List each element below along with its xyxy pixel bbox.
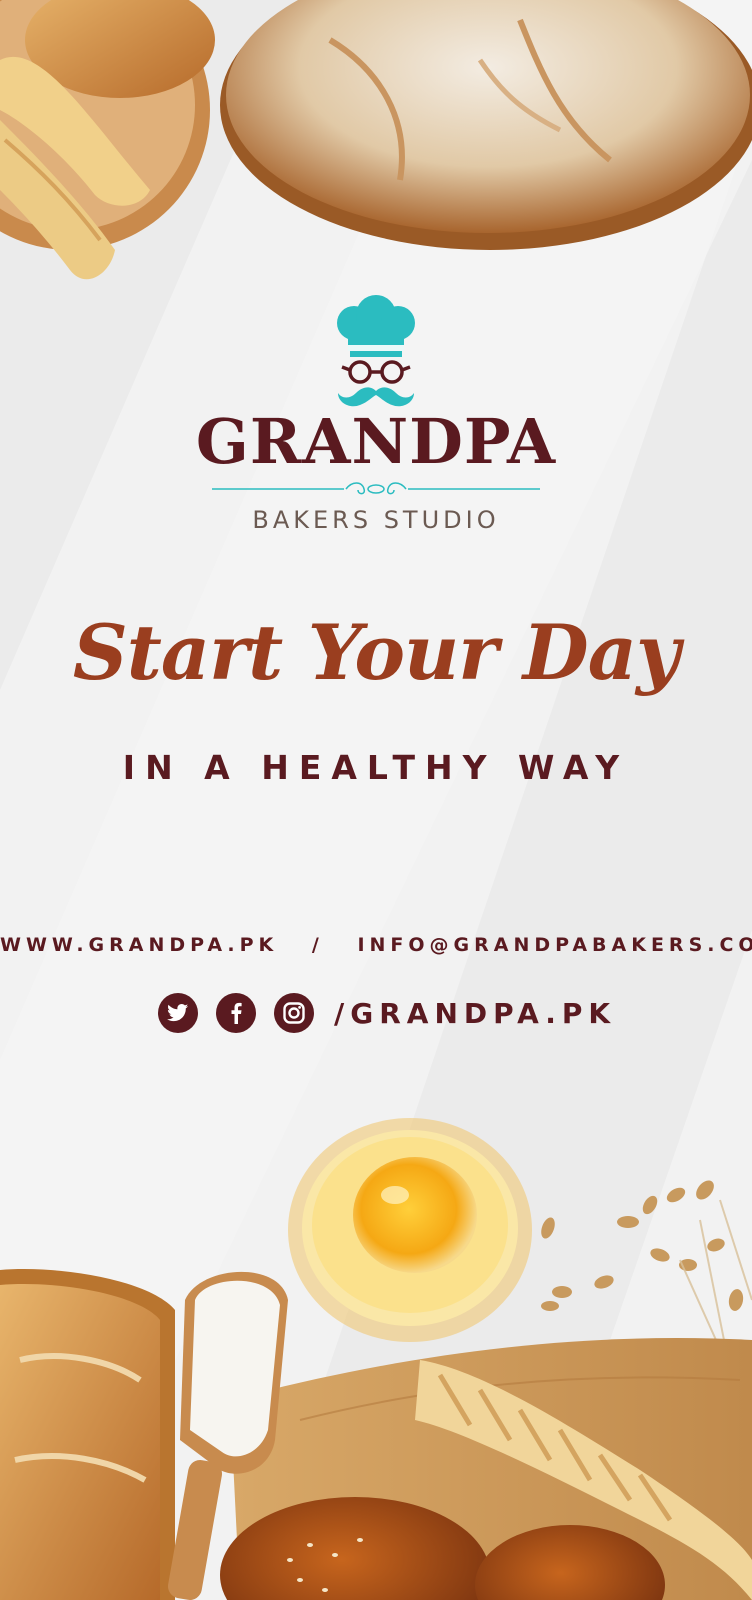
instagram-icon[interactable] <box>274 993 314 1033</box>
baguette-image <box>0 1269 175 1600</box>
bakery-photo-background <box>0 0 752 1600</box>
brand-name: GRANDPA <box>195 405 557 478</box>
twitter-icon[interactable] <box>158 993 198 1033</box>
headline: Start Your Day <box>72 608 680 697</box>
facebook-icon[interactable] <box>216 993 256 1033</box>
ornament-divider-icon <box>212 482 540 495</box>
contact-separator: / <box>311 934 324 956</box>
egg-bowl-image <box>288 1118 532 1342</box>
chef-hat-glasses-mustache-icon <box>337 295 415 407</box>
brand-logo <box>0 295 752 419</box>
website-link[interactable]: WWW.GRANDPA.PK <box>0 934 278 956</box>
subheadline: IN A HEALTHY WAY <box>122 748 630 787</box>
email-link[interactable]: INFO@GRANDPABAKERS.COM <box>357 934 752 956</box>
brand-tagline: BAKERS STUDIO <box>252 506 500 534</box>
social-handle[interactable]: /GRANDPA.PK <box>334 997 616 1030</box>
social-links: /GRANDPA.PK <box>158 993 616 1033</box>
contact-line: WWW.GRANDPA.PK / INFO@GRANDPABAKERS.COM <box>0 934 752 956</box>
